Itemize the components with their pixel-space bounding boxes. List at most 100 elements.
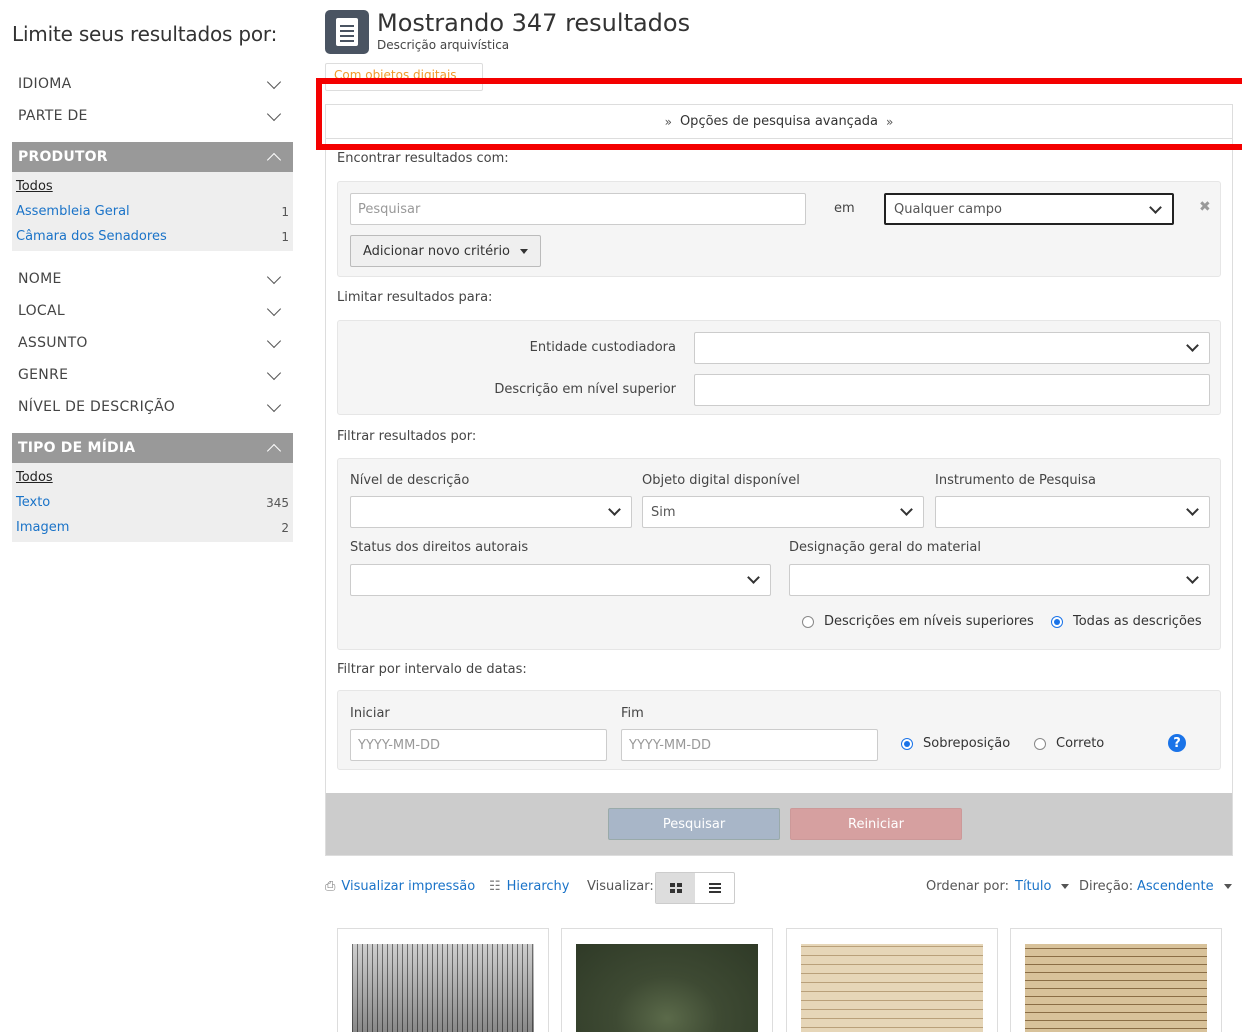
facet-link-todos[interactable]: Todos: [16, 174, 289, 199]
chevron-down-icon: [900, 503, 913, 516]
direction-dropdown[interactable]: Ascendente: [1137, 879, 1232, 894]
hierarchy-link[interactable]: ☷ Hierarchy: [489, 879, 570, 894]
date-range-label: Filtrar por intervalo de datas:: [337, 662, 527, 677]
facet-count: 345: [266, 495, 289, 510]
level-select[interactable]: [350, 496, 632, 528]
field-select[interactable]: Qualquer campo: [884, 193, 1174, 225]
sort-dropdown[interactable]: Título: [1015, 879, 1070, 894]
facet-link-camara-senadores[interactable]: Câmara dos Senadores 1: [16, 224, 289, 249]
copyright-label: Status dos direitos autorais: [350, 540, 529, 555]
chevron-down-icon: [747, 571, 760, 584]
radio-overlap[interactable]: Sobreposição: [901, 736, 1010, 751]
add-criteria-button[interactable]: Adicionar novo critério: [350, 235, 542, 267]
table-view-button[interactable]: [695, 873, 734, 903]
facet-assunto[interactable]: ASSUNTO: [12, 327, 293, 359]
level-label: Nível de descrição: [350, 473, 470, 488]
close-icon[interactable]: ✖: [1199, 199, 1211, 215]
help-icon[interactable]: ?: [1168, 734, 1186, 752]
filter-results-label: Filtrar resultados por:: [337, 429, 477, 444]
chevron-up-icon: [266, 152, 282, 167]
result-card[interactable]: [337, 928, 549, 1032]
page-header: Mostrando 347 resultados Descrição arqui…: [325, 10, 1233, 54]
facet-sidebar: Limite seus resultados por: IDIOMA PARTE…: [12, 0, 293, 542]
digital-object-select[interactable]: Sim: [642, 496, 924, 528]
radio-label: Sobreposição: [923, 736, 1011, 751]
facet-produtor-header[interactable]: PRODUTOR: [12, 142, 293, 172]
finding-aid-label: Instrumento de Pesquisa: [935, 473, 1096, 488]
results-toolbar: ⎙ Visualizar impressão ☷ Hierarchy Visua…: [325, 872, 1233, 904]
advanced-actions: Pesquisar Reiniciar: [326, 793, 1232, 855]
facet-nome[interactable]: NOME: [12, 263, 293, 295]
copyright-select[interactable]: [350, 564, 771, 596]
chevron-down-icon: [608, 503, 621, 516]
radio-top-level[interactable]: Descrições em níveis superiores: [802, 614, 1034, 629]
facet-label: PARTE DE: [18, 108, 88, 124]
result-card[interactable]: [786, 928, 998, 1032]
repository-select[interactable]: [694, 332, 1210, 364]
facet-label: GENRE: [18, 367, 69, 383]
radio-checked-icon: [901, 737, 913, 750]
end-date-label: Fim: [621, 706, 644, 721]
search-button[interactable]: Pesquisar: [608, 808, 780, 840]
field-select-value: Qualquer campo: [894, 201, 1002, 217]
result-card[interactable]: [1010, 928, 1222, 1032]
facet-label: NOME: [18, 271, 62, 287]
hierarchy-label: Hierarchy: [506, 879, 570, 894]
facet-link-texto[interactable]: Texto 345: [16, 490, 289, 515]
chevron-down-icon: [266, 74, 282, 89]
result-thumbnail: [352, 944, 534, 1032]
card-view-button[interactable]: [656, 873, 695, 903]
print-preview-link[interactable]: ⎙ Visualizar impressão: [325, 879, 475, 894]
material-select[interactable]: [789, 564, 1210, 596]
radio-label: Descrições em níveis superiores: [824, 614, 1034, 629]
chevron-down-icon: [1186, 503, 1199, 516]
main-content: Mostrando 347 resultados Descrição arqui…: [325, 0, 1233, 904]
radio-checked-icon: [1051, 615, 1063, 628]
facet-link-assembleia-geral[interactable]: Assembleia Geral 1: [16, 199, 289, 224]
parent-description-label: Descrição em nível superior: [494, 382, 676, 397]
facet-tipo-midia-header[interactable]: TIPO DE MÍDIA: [12, 433, 293, 463]
facet-label: PRODUTOR: [18, 149, 108, 165]
radio-label: Correto: [1056, 736, 1105, 751]
chevron-down-icon: [266, 365, 282, 380]
filter-tag-digital-objects[interactable]: Com objetos digitais: [325, 63, 483, 91]
facet-link-imagem[interactable]: Imagem 2: [16, 515, 289, 540]
facet-count: 2: [281, 520, 289, 535]
radio-all-descriptions[interactable]: Todas as descrições: [1051, 614, 1202, 629]
direction-value: Ascendente: [1137, 879, 1214, 894]
chevron-down-icon: [266, 106, 282, 121]
find-results-label: Encontrar resultados com:: [337, 151, 509, 166]
in-label: em: [834, 201, 855, 216]
date-panel: Iniciar YYYY-MM-DD Fim YYYY-MM-DD Sobrep…: [337, 690, 1221, 770]
finding-aid-select[interactable]: [935, 496, 1210, 528]
sort-value: Título: [1015, 879, 1052, 894]
reset-button[interactable]: Reiniciar: [790, 808, 962, 840]
search-input[interactable]: Pesquisar: [350, 193, 806, 225]
facet-parte-de[interactable]: PARTE DE: [12, 100, 293, 132]
chevron-down-icon: [266, 333, 282, 348]
facet-idioma[interactable]: IDIOMA: [12, 68, 293, 100]
advanced-search-toggle[interactable]: » Opções de pesquisa avançada »: [326, 105, 1232, 139]
view-toggle: [655, 872, 735, 904]
facet-genre[interactable]: GENRE: [12, 359, 293, 391]
limit-panel: Entidade custodiadora Descrição em nível…: [337, 320, 1221, 415]
list-icon: [708, 883, 721, 893]
end-date-input[interactable]: YYYY-MM-DD: [621, 729, 878, 761]
facet-local[interactable]: LOCAL: [12, 295, 293, 327]
sort-label: Ordenar por:: [926, 879, 1009, 894]
filter-panel: Nível de descrição Objeto digital dispon…: [337, 458, 1221, 650]
limit-results-label: Limitar resultados para:: [337, 290, 493, 305]
facet-nivel-descricao[interactable]: NÍVEL DE DESCRIÇÃO: [12, 391, 293, 423]
facet-link-todos[interactable]: Todos: [16, 465, 289, 490]
double-chevron-down-icon: »: [664, 114, 672, 129]
chevron-down-icon: [1186, 339, 1199, 352]
result-card[interactable]: [561, 928, 773, 1032]
advanced-toggle-label: Opções de pesquisa avançada: [679, 114, 879, 129]
facet-count: 1: [281, 229, 289, 244]
facet-link-label: Imagem: [16, 520, 70, 535]
facet-link-label: Todos: [16, 179, 53, 194]
radio-exact[interactable]: Correto: [1034, 736, 1104, 751]
facet-produtor-body: Todos Assembleia Geral 1 Câmara dos Sena…: [12, 172, 293, 251]
parent-description-input[interactable]: [694, 374, 1210, 406]
start-date-input[interactable]: YYYY-MM-DD: [350, 729, 607, 761]
